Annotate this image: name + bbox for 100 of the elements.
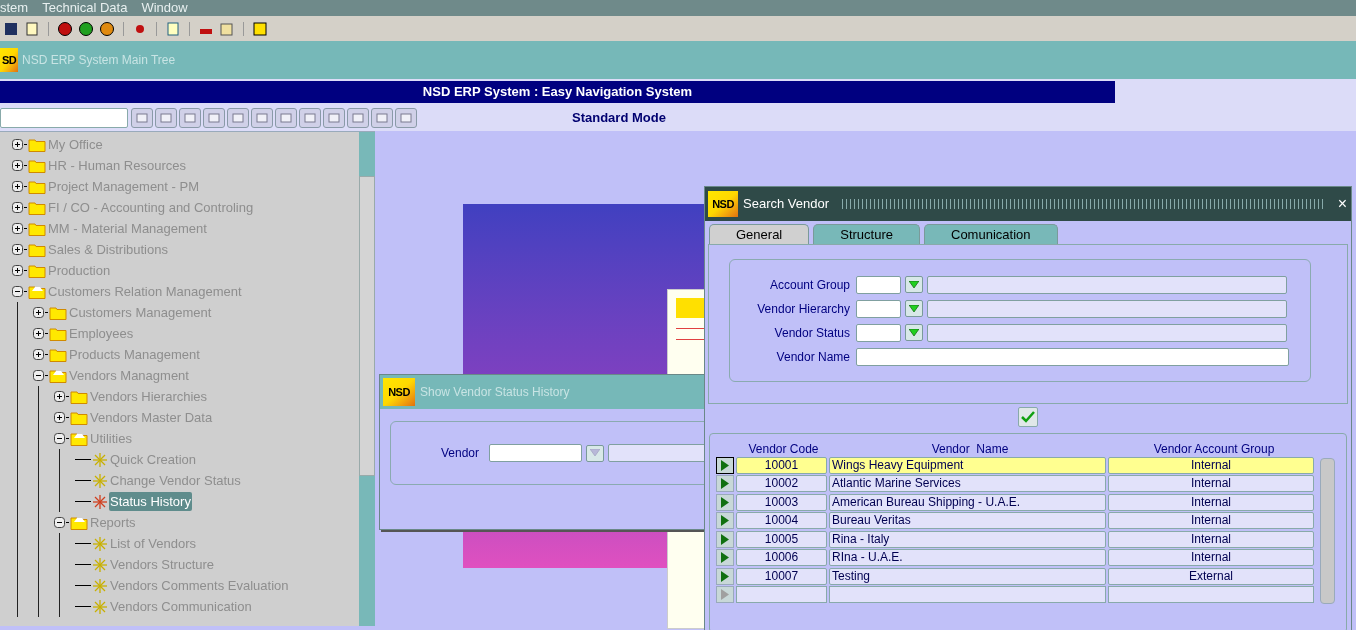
toolbar-button[interactable]: [347, 107, 369, 128]
field-label: Vendor: [441, 445, 480, 462]
scrollbar[interactable]: [1320, 458, 1335, 604]
toolbar-button[interactable]: [299, 107, 321, 128]
tree-item[interactable]: List of Vendors: [109, 533, 197, 554]
input-field[interactable]: [927, 275, 1287, 294]
star-icon: [92, 451, 108, 468]
input-field[interactable]: [489, 444, 583, 462]
open-folder-icon: [70, 431, 88, 446]
collapse-icon[interactable]: [54, 433, 65, 444]
expand-icon[interactable]: [12, 202, 23, 213]
tree-item[interactable]: HR - Human Resources: [47, 155, 187, 176]
folder-icon: [28, 158, 46, 173]
table-cell: Wings Heavy Equipment: [829, 456, 1106, 474]
folder-icon: [28, 242, 46, 257]
input-field[interactable]: [856, 347, 1289, 366]
mode-label: Standard Mode: [572, 108, 666, 127]
expand-icon[interactable]: [12, 181, 23, 192]
lookup-button[interactable]: [905, 276, 923, 293]
collapse-icon[interactable]: [33, 370, 44, 381]
lookup-button[interactable]: [586, 444, 605, 462]
expand-icon[interactable]: [12, 244, 23, 255]
menu-item[interactable]: stem: [0, 0, 29, 18]
lookup-button[interactable]: [905, 324, 923, 341]
tree-item[interactable]: Employees: [68, 323, 135, 344]
tree-item[interactable]: Vendors Managment: [68, 365, 190, 386]
tree-item[interactable]: Vendors Comments Evaluation: [109, 575, 290, 596]
logo: NSD: [708, 191, 738, 217]
tree-item[interactable]: Sales & Distributions: [47, 239, 169, 260]
expand-icon[interactable]: [54, 391, 65, 402]
menu-item[interactable]: Window: [141, 0, 188, 18]
tree-item[interactable]: Project Management - PM: [47, 176, 200, 197]
funnel-icon: [909, 304, 919, 313]
tree-item[interactable]: Customers Relation Management: [47, 281, 243, 302]
expand-icon[interactable]: [12, 139, 23, 150]
tree-item[interactable]: Production: [47, 260, 112, 281]
toolbar-button[interactable]: [371, 107, 393, 128]
input-field[interactable]: [927, 299, 1287, 318]
input-field[interactable]: [856, 275, 901, 294]
tree-item[interactable]: Utilities: [89, 428, 133, 449]
star-icon: [92, 598, 108, 615]
tab[interactable]: Comunication: [924, 224, 1058, 244]
confirm-button[interactable]: [1018, 407, 1038, 427]
logo: SD: [0, 48, 18, 72]
expand-icon[interactable]: [33, 307, 44, 318]
toolbar-button[interactable]: [275, 107, 297, 128]
tab[interactable]: Structure: [813, 224, 920, 244]
collapse-icon[interactable]: [12, 286, 23, 297]
row-selector[interactable]: [716, 456, 734, 474]
toolbar-button[interactable]: [395, 107, 417, 128]
tree-item[interactable]: Quick Creation: [109, 449, 197, 470]
toolbar-button[interactable]: [323, 107, 345, 128]
tree-item[interactable]: Products Management: [68, 344, 201, 365]
tool-icon: [328, 111, 340, 124]
toolbar-button[interactable]: [179, 107, 201, 128]
funnel-icon: [909, 280, 919, 289]
tool-icon: [160, 111, 172, 124]
toolbar-button[interactable]: [131, 107, 153, 128]
toolbar-button[interactable]: [203, 107, 225, 128]
collapse-icon[interactable]: [54, 517, 65, 528]
lookup-button[interactable]: [905, 300, 923, 317]
save-icon[interactable]: [3, 20, 19, 37]
folder-icon: [70, 389, 88, 404]
input-field[interactable]: [856, 299, 901, 318]
expand-icon[interactable]: [33, 349, 44, 360]
toolbar-button[interactable]: [155, 107, 177, 128]
input-field[interactable]: [927, 323, 1287, 342]
tool-icon: [184, 111, 196, 124]
tree-item[interactable]: Vendors Communication: [109, 596, 253, 617]
tree-item[interactable]: Status History: [109, 491, 192, 512]
table-cell: RIna - U.A.E.: [829, 549, 1106, 567]
document-icon[interactable]: [24, 20, 40, 37]
expand-icon[interactable]: [12, 265, 23, 276]
tree-item[interactable]: Customers Management: [68, 302, 213, 323]
tab[interactable]: General: [709, 224, 810, 244]
folder-icon: [28, 200, 46, 215]
play-icon: [721, 459, 729, 471]
tool-icon: [352, 111, 364, 124]
input-field[interactable]: [856, 323, 901, 342]
toolbar-button[interactable]: [227, 107, 249, 128]
play-icon: [721, 478, 729, 490]
tree-item[interactable]: Change Vendor Status: [109, 470, 242, 491]
expand-icon[interactable]: [54, 412, 65, 423]
expand-icon[interactable]: [12, 160, 23, 171]
table-cell: 10006: [736, 549, 827, 567]
tree-item[interactable]: Vendors Hierarchies: [89, 386, 209, 407]
tree-item[interactable]: FI / CO - Accounting and Controling: [47, 197, 255, 218]
tree-item[interactable]: Vendors Master Data: [89, 407, 214, 428]
tree-item[interactable]: Vendors Structure: [109, 554, 216, 575]
search-field[interactable]: [0, 107, 128, 128]
expand-icon[interactable]: [33, 328, 44, 339]
tree-item[interactable]: MM - Material Management: [47, 218, 208, 239]
toolbar-button[interactable]: [251, 107, 273, 128]
menu-item[interactable]: Technical Data: [42, 0, 128, 18]
table-cell: Bureau Veritas: [829, 512, 1106, 530]
close-button[interactable]: ×: [1337, 192, 1351, 216]
tool-icon: [376, 111, 388, 124]
tree-item[interactable]: Reports: [89, 512, 137, 533]
tree-item[interactable]: My Office: [47, 134, 104, 155]
expand-icon[interactable]: [12, 223, 23, 234]
